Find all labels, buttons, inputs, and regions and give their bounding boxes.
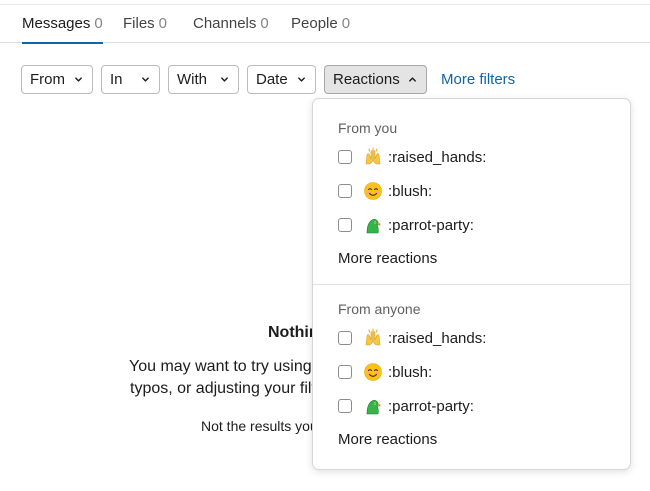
- empty-state-body: You may want to try using typos, or adju…: [129, 356, 316, 400]
- empty-state-line: typos, or adjusting your filt: [130, 380, 316, 397]
- tab-label: Channels: [193, 15, 257, 32]
- reaction-option[interactable]: :parrot-party:: [338, 395, 474, 417]
- tab-count: 0: [260, 15, 269, 32]
- parrot-party-icon: [366, 219, 381, 234]
- tab-count: 0: [341, 15, 351, 32]
- blush-icon: [364, 363, 382, 381]
- reaction-option[interactable]: :parrot-party:: [338, 214, 474, 236]
- tab-label: People: [291, 15, 338, 32]
- tab-channels[interactable]: Channels 0: [193, 15, 269, 32]
- checkbox[interactable]: [338, 150, 352, 164]
- checkbox[interactable]: [338, 184, 352, 198]
- filter-with-button[interactable]: With: [168, 65, 239, 94]
- tab-count: 0: [158, 15, 168, 32]
- tab-messages[interactable]: Messages 0: [22, 15, 103, 44]
- filter-from-button[interactable]: From: [21, 65, 93, 94]
- reaction-label: :blush:: [388, 363, 433, 381]
- filter-label: With: [177, 71, 207, 88]
- filter-label: Date: [256, 71, 288, 88]
- tab-files[interactable]: Files 0: [123, 15, 167, 32]
- checkbox[interactable]: [338, 399, 352, 413]
- reaction-option[interactable]: :blush:: [338, 361, 432, 383]
- more-filters-link[interactable]: More filters: [441, 71, 515, 88]
- blush-icon: [364, 182, 382, 200]
- search-tabs: Messages 0 Files 0 Channels 0 People 0: [0, 5, 650, 44]
- empty-state-hint: Not the results you: [201, 418, 318, 434]
- filter-label: From: [30, 71, 65, 88]
- section-label-from-anyone: From anyone: [338, 301, 421, 317]
- reaction-label: :raised_hands:: [388, 148, 487, 166]
- more-reactions-link[interactable]: More reactions: [338, 250, 437, 267]
- reaction-option[interactable]: :raised_hands:: [338, 146, 486, 168]
- filter-reactions-button[interactable]: Reactions: [324, 65, 427, 94]
- chevron-down-icon: [221, 77, 228, 82]
- reaction-option[interactable]: :blush:: [338, 180, 432, 202]
- filter-date-button[interactable]: Date: [247, 65, 316, 94]
- tab-count: 0: [94, 15, 103, 32]
- tab-label: Messages: [22, 15, 91, 32]
- more-reactions-link[interactable]: More reactions: [338, 431, 437, 448]
- filter-label: Reactions: [333, 71, 400, 88]
- checkbox[interactable]: [338, 218, 352, 232]
- reactions-dropdown: From you :raised_hands: :blush: :parrot-…: [312, 98, 631, 470]
- tab-label: Files: [123, 15, 155, 32]
- chevron-down-icon: [75, 77, 82, 82]
- filter-label: In: [110, 71, 123, 88]
- reaction-label: :parrot-party:: [388, 397, 474, 415]
- reaction-option[interactable]: :raised_hands:: [338, 327, 486, 349]
- parrot-party-icon: [366, 400, 381, 415]
- chevron-up-icon: [409, 77, 416, 82]
- section-divider: [313, 284, 630, 285]
- filter-in-button[interactable]: In: [101, 65, 160, 94]
- raised-hands-icon: [365, 147, 381, 165]
- raised-hands-icon: [365, 328, 381, 346]
- reaction-label: :raised_hands:: [388, 329, 487, 347]
- chevron-down-icon: [142, 77, 149, 82]
- section-label-from-you: From you: [338, 120, 398, 136]
- empty-state-line: You may want to try using: [129, 358, 312, 375]
- checkbox[interactable]: [338, 365, 352, 379]
- checkbox[interactable]: [338, 331, 352, 345]
- tab-people[interactable]: People 0: [291, 15, 350, 32]
- reaction-label: :parrot-party:: [388, 216, 474, 234]
- chevron-down-icon: [298, 77, 305, 82]
- reaction-label: :blush:: [388, 182, 433, 200]
